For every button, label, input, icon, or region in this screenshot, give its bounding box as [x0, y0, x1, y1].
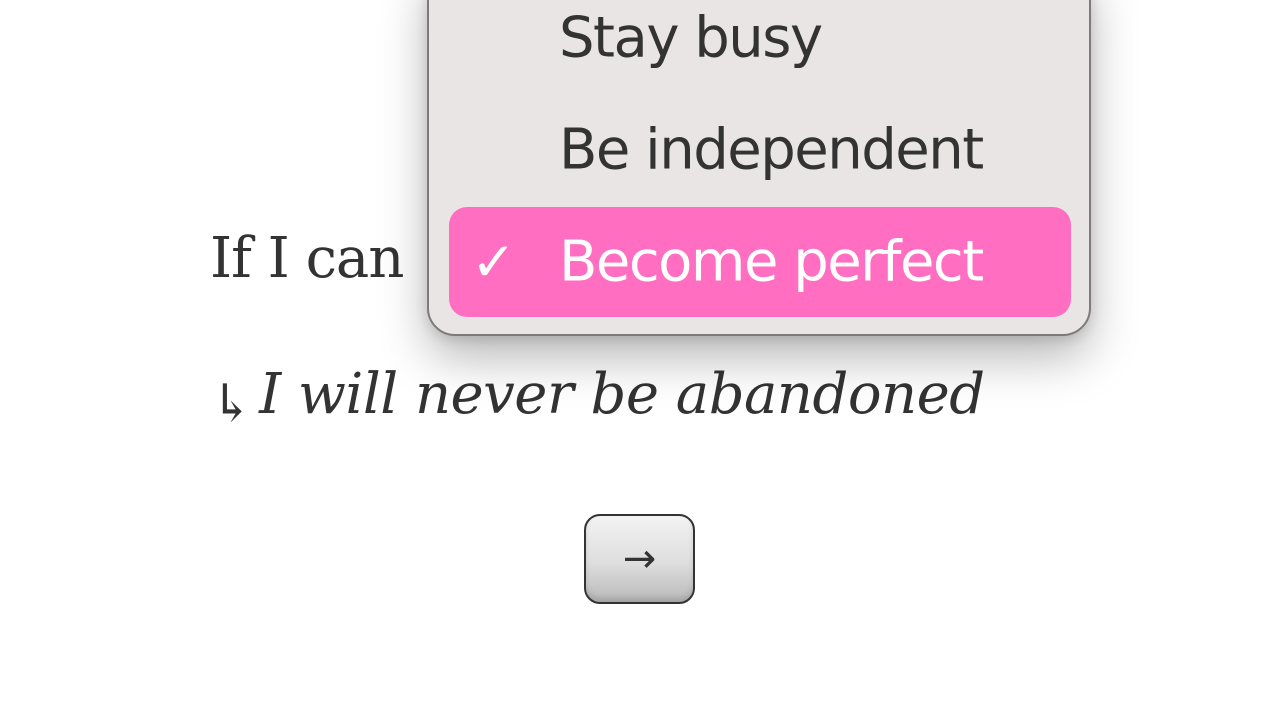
right-arrow-icon: → [622, 536, 657, 582]
next-button[interactable]: → [584, 514, 695, 604]
dropdown-option-become-perfect[interactable]: ✓ Become perfect [449, 207, 1071, 317]
page: If I can ↳ I will never be abandoned Stay… [0, 0, 1280, 720]
sentence-premise: If I can [210, 226, 404, 291]
dropdown-menu: Stay busy Be independent ✓ Become perfec… [427, 0, 1091, 336]
consequence-text: I will never be abandoned [259, 362, 985, 427]
dropdown-option-label: Stay busy [559, 5, 823, 71]
dropdown-option-be-independent[interactable]: Be independent [449, 95, 1071, 205]
return-arrow-icon: ↳ [210, 374, 254, 434]
sentence-consequence: ↳ I will never be abandoned [210, 362, 985, 434]
checkmark-icon: ✓ [471, 230, 516, 294]
dropdown-option-label: Become perfect [559, 229, 984, 295]
dropdown-option-stay-busy[interactable]: Stay busy [449, 0, 1071, 93]
dropdown-option-label: Be independent [559, 117, 984, 183]
